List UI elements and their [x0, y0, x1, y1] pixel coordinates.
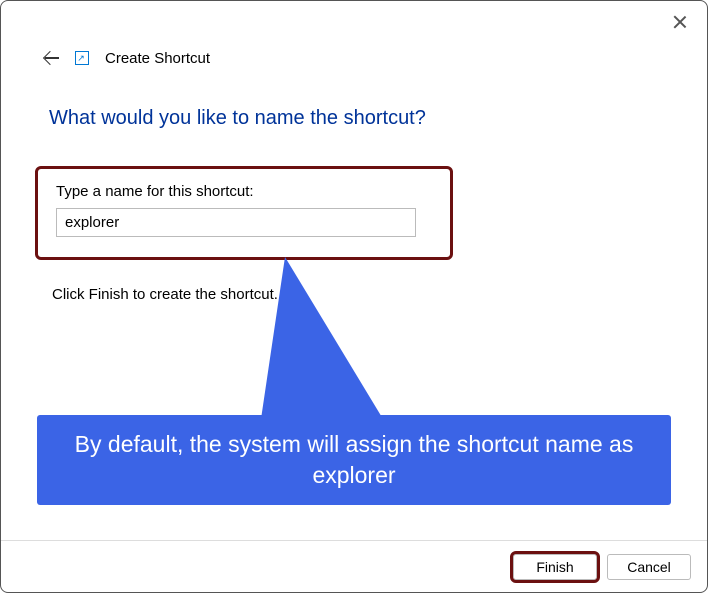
input-highlight-box: Type a name for this shortcut:	[35, 166, 453, 260]
dialog-header: Create Shortcut	[1, 1, 707, 67]
dialog-title: Create Shortcut	[105, 50, 210, 67]
cancel-button[interactable]: Cancel	[607, 554, 691, 580]
back-arrow-icon[interactable]	[43, 49, 61, 67]
dialog-footer: Finish Cancel	[1, 540, 707, 592]
callout-text: By default, the system will assign the s…	[57, 429, 651, 491]
annotation-callout: By default, the system will assign the s…	[37, 415, 671, 505]
page-heading: What would you like to name the shortcut…	[49, 107, 659, 130]
finish-button[interactable]: Finish	[513, 554, 597, 580]
shortcut-name-input[interactable]	[56, 208, 416, 237]
close-icon[interactable]	[673, 15, 687, 29]
input-label: Type a name for this shortcut:	[56, 183, 432, 200]
shortcut-icon	[75, 51, 89, 65]
